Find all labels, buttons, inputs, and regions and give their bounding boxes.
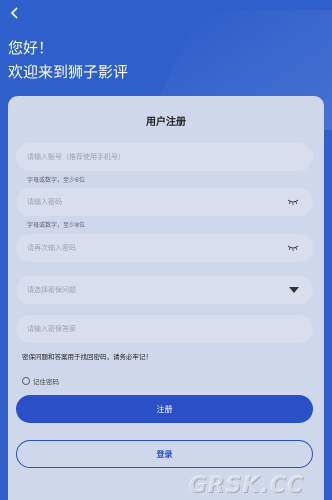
account-hint: 字母或数字，至少6位 (27, 177, 85, 184)
eye-closed-icon[interactable] (287, 199, 299, 205)
password-field[interactable] (16, 188, 313, 216)
register-button[interactable]: 注册 (16, 395, 313, 423)
remember-label: 记住密码 (33, 378, 59, 386)
register-card: 用户注册 字母或数字，至少6位 字母或数字，至少8位 密保问题和答案用于找回密码… (8, 96, 324, 500)
site-watermark: GRSK.CC (188, 473, 304, 498)
security-answer-field[interactable] (16, 315, 313, 343)
confirm-password-field[interactable] (16, 234, 313, 262)
remember-radio[interactable] (22, 377, 30, 385)
security-question-select[interactable] (16, 276, 313, 304)
eye-closed-icon[interactable] (287, 245, 299, 251)
back-button[interactable] (6, 4, 24, 22)
security-notice: 密保问题和答案用于找回密码，请务必牢记！ (22, 353, 152, 361)
chevron-left-icon (11, 7, 18, 19)
password-input[interactable] (27, 198, 287, 206)
login-button[interactable]: 登录 (16, 440, 313, 468)
welcome-text: 欢迎来到狮子影评 (8, 63, 129, 81)
dropdown-arrow-icon[interactable] (289, 287, 299, 293)
greeting-text: 您好！ (8, 39, 54, 57)
account-input[interactable] (27, 153, 299, 161)
security-answer-input[interactable] (27, 325, 299, 333)
password-hint: 字母或数字，至少8位 (27, 222, 85, 229)
security-question-input[interactable] (27, 286, 289, 294)
remember-password-option[interactable]: 记住密码 (22, 376, 59, 386)
confirm-password-input[interactable] (27, 244, 287, 252)
form-title: 用户注册 (146, 117, 186, 128)
account-field[interactable] (16, 143, 313, 171)
